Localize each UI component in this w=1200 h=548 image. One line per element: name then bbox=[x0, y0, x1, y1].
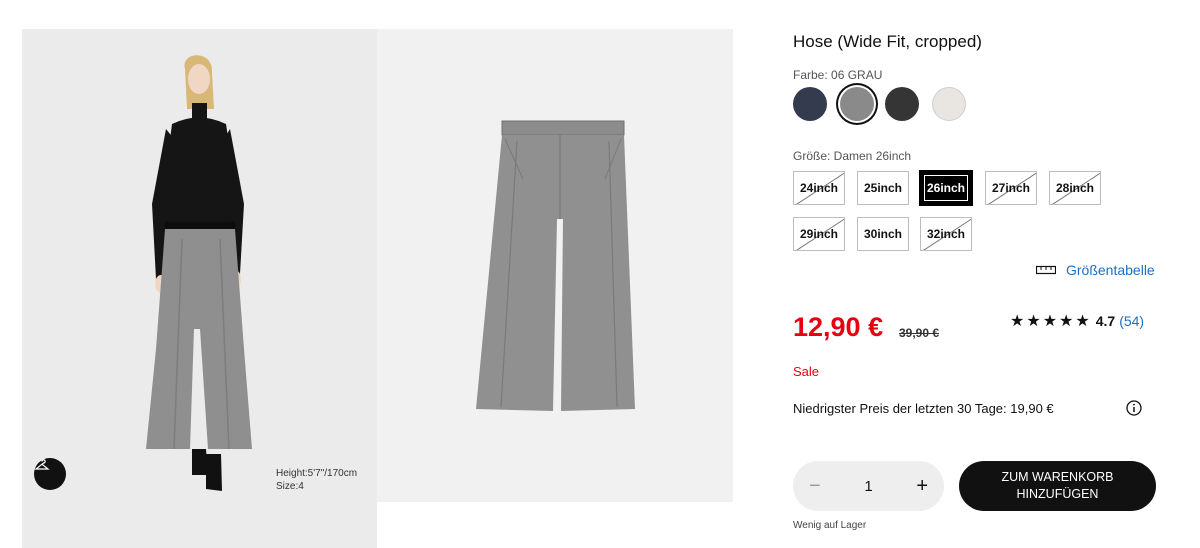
size-label: Größe: Damen 26inch bbox=[793, 149, 912, 163]
hanger-icon bbox=[34, 459, 50, 470]
star-rating-icon: ★★★★★ bbox=[1010, 313, 1092, 330]
size-25inch[interactable]: 25inch bbox=[857, 171, 909, 205]
quantity-increase-button[interactable]: + bbox=[916, 475, 928, 498]
current-price: 12,90 € bbox=[793, 312, 884, 342]
stock-note: Wenig auf Lager bbox=[793, 520, 867, 531]
rating-value: 4.7 bbox=[1095, 313, 1116, 329]
size-28inch[interactable]: 28inch bbox=[1049, 171, 1101, 205]
size-table-label[interactable]: Größentabelle bbox=[1066, 262, 1155, 278]
hanger-button[interactable] bbox=[34, 458, 66, 490]
ruler-icon bbox=[1036, 265, 1056, 275]
product-panel: Hose (Wide Fit, cropped) Farbe: 06 GRAU … bbox=[793, 0, 1163, 548]
color-label: Farbe: 06 GRAU bbox=[793, 68, 883, 82]
size-29inch[interactable]: 29inch bbox=[793, 217, 845, 251]
add-to-cart-button[interactable]: ZUM WARENKORB HINZUFÜGEN bbox=[959, 461, 1156, 511]
add-to-cart-label: ZUM WARENKORB HINZUFÜGEN bbox=[1001, 470, 1114, 501]
model-info: Height:5'7"/170cm Size:4 bbox=[276, 467, 357, 493]
size-30inch[interactable]: 30inch bbox=[857, 217, 909, 251]
color-swatch-off-white[interactable] bbox=[932, 87, 966, 121]
old-price: 39,90 € bbox=[899, 326, 940, 340]
color-swatch-grau[interactable] bbox=[840, 87, 874, 121]
size-32inch[interactable]: 32inch bbox=[920, 217, 972, 251]
lowest-price-note: Niedrigster Preis der letzten 30 Tage: 1… bbox=[793, 401, 1054, 416]
model-photo[interactable]: Height:5'7"/170cm Size:4 bbox=[22, 29, 377, 548]
size-24inch[interactable]: 24inch bbox=[793, 171, 845, 205]
color-swatch-dark-grey[interactable] bbox=[885, 87, 919, 121]
product-photo[interactable] bbox=[377, 29, 733, 502]
model-size: Size:4 bbox=[276, 481, 304, 492]
size-26inch[interactable]: 26inch bbox=[920, 171, 972, 205]
color-swatch-navy[interactable] bbox=[793, 87, 827, 121]
model-height: Height:5'7"/170cm bbox=[276, 468, 358, 479]
size-27inch[interactable]: 27inch bbox=[985, 171, 1037, 205]
quantity-stepper: − 1 + bbox=[793, 461, 944, 511]
size-table-link[interactable]: Größentabelle bbox=[1036, 262, 1155, 278]
sale-label: Sale bbox=[793, 364, 820, 379]
info-icon[interactable] bbox=[1126, 400, 1142, 416]
review-count-link[interactable]: (54) bbox=[1119, 313, 1144, 329]
quantity-value[interactable]: 1 bbox=[864, 478, 872, 495]
quantity-decrease-button[interactable]: − bbox=[809, 475, 821, 498]
product-title: Hose (Wide Fit, cropped) bbox=[793, 32, 982, 51]
trousers-illustration bbox=[377, 29, 733, 502]
rating: ★★★★★ 4.7 (54) bbox=[1010, 311, 1144, 331]
